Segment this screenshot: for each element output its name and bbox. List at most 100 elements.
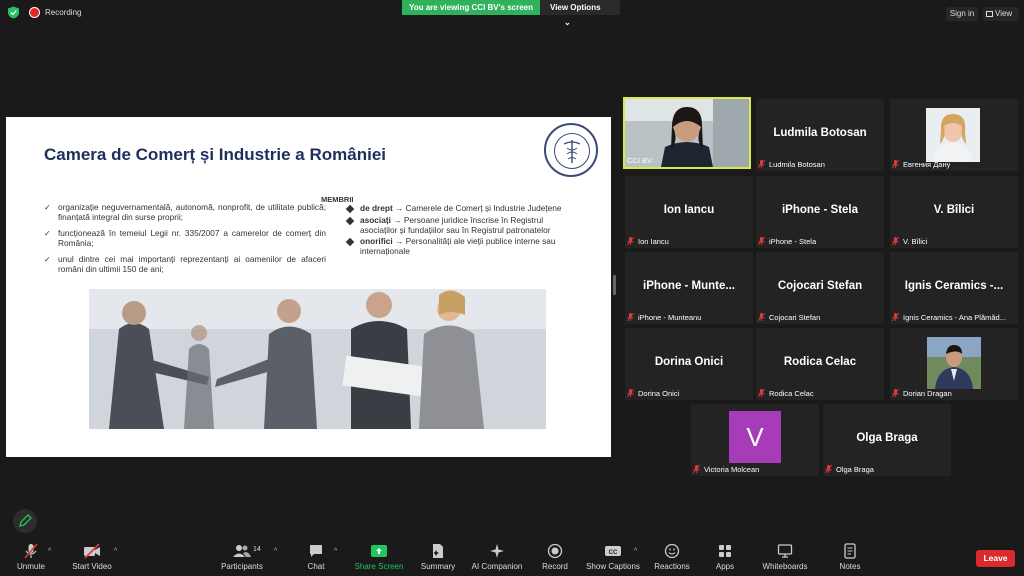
member-type: onorifici: [360, 236, 393, 247]
start-video-button[interactable]: Start Video: [68, 543, 116, 571]
participant-tile[interactable]: Евгения Дану: [890, 99, 1018, 171]
viewing-screen-banner: You are viewing CCI BV's screen: [402, 0, 540, 15]
participant-tile[interactable]: Ignis Ceramics -... Ignis Ceramics - Ana…: [890, 252, 1018, 324]
participant-tile[interactable]: Olga Braga Olga Braga: [823, 404, 951, 476]
participant-tile[interactable]: iPhone - Stela iPhone - Stela: [756, 176, 884, 248]
reactions-button[interactable]: Reactions: [652, 543, 692, 571]
participant-label-text: Ion Iancu: [638, 237, 669, 246]
muted-mic-icon: [758, 313, 765, 321]
participant-name: Ludmila Botosan: [773, 127, 867, 139]
participant-name: V. Bîlici: [933, 204, 975, 216]
unmute-button[interactable]: Unmute: [12, 543, 50, 571]
participant-name-label: Ion Iancu: [627, 237, 669, 246]
apps-label: Apps: [715, 562, 735, 571]
reactions-label: Reactions: [654, 562, 690, 571]
resize-divider-handle[interactable]: [613, 275, 616, 295]
participants-count-badge: 14: [253, 546, 261, 553]
muted-mic-icon: [892, 389, 899, 397]
participants-icon: [233, 545, 251, 557]
participant-label-text: Dorina Onici: [638, 389, 680, 398]
video-off-icon: [84, 543, 100, 559]
participant-tile[interactable]: V. Bîlici V. Bîlici: [890, 176, 1018, 248]
participant-avatar-photo: [927, 337, 981, 389]
chat-options-caret[interactable]: ^: [334, 548, 337, 555]
participant-name: Rodica Celac: [783, 356, 857, 368]
shared-screen-slide: Camera de Comerț și Industrie a României…: [6, 117, 611, 457]
captions-options-caret[interactable]: ^: [634, 548, 637, 555]
notes-button[interactable]: Notes: [834, 543, 866, 571]
pencil-icon: [19, 514, 32, 527]
participant-tile[interactable]: Cojocari Stefan Cojocari Stefan: [756, 252, 884, 324]
slide-title: Camera de Comerț și Industrie a României: [44, 145, 386, 164]
closed-captions-icon: CC: [605, 546, 621, 556]
audio-options-caret[interactable]: ^: [48, 548, 51, 555]
list-item: asociați → Persoane juridice înscrise în…: [346, 215, 572, 236]
participant-label-text: Ignis Ceramics - Ana Plămăd...: [903, 313, 1006, 322]
record-icon: [547, 543, 563, 559]
participant-name-label: Victoria Molcean: [693, 465, 759, 474]
video-options-caret[interactable]: ^: [114, 548, 117, 555]
participants-options-caret[interactable]: ^: [274, 548, 277, 555]
participant-tile[interactable]: iPhone - Munte... iPhone - Munteanu: [625, 252, 753, 324]
unmute-label: Unmute: [16, 562, 45, 571]
sparkle-icon: [490, 544, 504, 558]
participant-tile[interactable]: Dorina Onici Dorina Onici: [625, 328, 753, 400]
meeting-top-bar: Recording You are viewing CCI BV's scree…: [0, 0, 1024, 27]
participant-label-text: Rodica Celac: [769, 389, 814, 398]
whiteboards-label: Whiteboards: [762, 562, 808, 571]
whiteboards-button[interactable]: Whiteboards: [758, 543, 812, 571]
leave-button[interactable]: Leave: [976, 550, 1015, 567]
member-description: → Camerele de Comerț și Industrie Județe…: [395, 203, 562, 213]
caduceus-emblem: [554, 133, 590, 169]
participant-tile[interactable]: Dorian Dragan: [890, 328, 1018, 400]
chat-button[interactable]: Chat: [300, 543, 332, 571]
participant-tile[interactable]: Ion Iancu Ion Iancu: [625, 176, 753, 248]
participant-name: Olga Braga: [856, 432, 918, 444]
chevron-down-icon: ⌄: [564, 18, 571, 27]
ai-companion-button[interactable]: AI Companion: [468, 543, 526, 571]
grid-view-icon: [986, 11, 993, 17]
participant-name-label: Ignis Ceramics - Ana Plămăd...: [892, 313, 1006, 322]
participant-tile[interactable]: Rodica Celac Rodica Celac: [756, 328, 884, 400]
business-handshake-photo: [89, 289, 546, 429]
record-button[interactable]: Record: [538, 543, 572, 571]
share-screen-label: Share Screen: [354, 562, 404, 571]
view-options-button[interactable]: View Options ⌄: [540, 0, 620, 27]
participant-name: Dorina Onici: [654, 356, 724, 368]
share-screen-button[interactable]: Share Screen: [352, 543, 406, 571]
muted-mic-icon: [627, 313, 634, 321]
list-item: de drept → Camerele de Comerț și Industr…: [346, 203, 572, 214]
view-options-label: View Options: [550, 3, 601, 12]
smiley-icon: [664, 543, 680, 559]
muted-mic-icon: [627, 389, 634, 397]
participant-name-label: Евгения Дану: [892, 160, 950, 169]
participant-name-label: iPhone - Stela: [758, 237, 816, 246]
sign-in-button[interactable]: Sign in: [946, 7, 978, 21]
annotate-button[interactable]: [13, 509, 37, 533]
recording-icon[interactable]: [29, 7, 40, 18]
participant-name-label: CCI BV: [627, 156, 653, 165]
view-button[interactable]: View: [983, 7, 1019, 21]
participant-name-label: iPhone - Munteanu: [627, 313, 701, 322]
participant-tile[interactable]: V Victoria Molcean: [691, 404, 819, 476]
participant-tile[interactable]: CCI BV: [623, 97, 751, 169]
muted-mic-icon: [892, 160, 899, 168]
security-shield-icon[interactable]: [7, 6, 20, 19]
apps-button[interactable]: Apps: [710, 543, 740, 571]
meeting-toolbar: Unmute ^ Start Video ^ Participants 14 ^…: [0, 538, 1024, 576]
chamber-logo: [544, 123, 598, 177]
muted-mic-icon: [758, 160, 765, 168]
participant-name-label: Olga Braga: [825, 465, 874, 474]
whiteboard-icon: [777, 544, 793, 558]
share-screen-icon: [371, 545, 387, 557]
chamber-description-list: organizație neguvernamentală, autonomă, …: [44, 202, 326, 282]
summary-button[interactable]: Summary: [418, 543, 458, 571]
muted-mic-icon: [758, 237, 765, 245]
participant-name: Ignis Ceramics -...: [904, 280, 1004, 292]
participant-name-label: Rodica Celac: [758, 389, 814, 398]
list-item: funcționează în temeiul Legii nr. 335/20…: [44, 228, 326, 248]
summary-document-icon: [433, 544, 443, 558]
participant-tile[interactable]: Ludmila Botosan Ludmila Botosan: [756, 99, 884, 171]
members-list: de drept → Camerele de Comerț și Industr…: [346, 203, 572, 259]
muted-mic-icon: [892, 313, 899, 321]
